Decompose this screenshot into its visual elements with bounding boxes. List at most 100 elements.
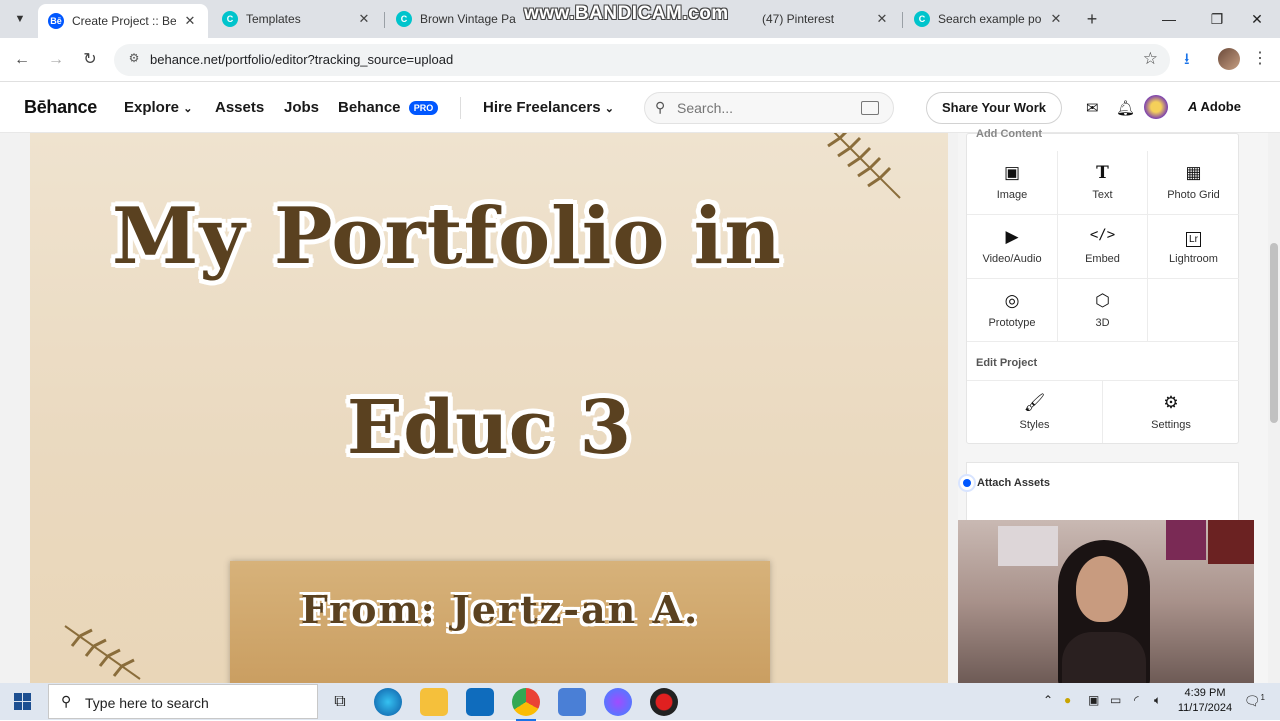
nav-hire-freelancers[interactable]: Hire Freelancers ⌄	[483, 99, 614, 116]
add-image-button[interactable]: ▣ Image	[967, 151, 1058, 215]
add-lightroom-label: Lightroom	[1169, 253, 1218, 265]
chevron-down-icon: ⌄	[604, 103, 614, 115]
profile-avatar[interactable]	[1218, 48, 1240, 70]
close-icon[interactable]: ✕	[356, 11, 372, 27]
add-photo-grid-label: Photo Grid	[1167, 189, 1220, 201]
tab-search-example[interactable]: C Search example portfolio ✕	[904, 4, 1074, 34]
share-your-work-button[interactable]: Share Your Work	[926, 92, 1062, 124]
nav-assets[interactable]: Assets	[215, 99, 264, 116]
messenger-icon[interactable]	[604, 688, 632, 716]
webcam-overlay	[958, 520, 1254, 684]
behance-logo[interactable]: Bēhance	[24, 97, 97, 118]
add-3d-label: 3D	[1095, 317, 1110, 329]
chevron-up-icon[interactable]: ⌃	[1043, 693, 1053, 707]
add-embed-button[interactable]: </> Embed	[1058, 215, 1148, 279]
behance-search-box[interactable]: ⚲	[644, 92, 894, 124]
settings-button[interactable]: ⚙ Settings	[1103, 380, 1239, 443]
radio-dot-icon[interactable]	[958, 474, 976, 492]
notification-center-icon[interactable]: 🗨︎1	[1244, 693, 1265, 709]
notification-count: 1	[1260, 693, 1265, 702]
address-bar[interactable]: ⚙ behance.net/portfolio/editor?tracking_…	[114, 44, 1170, 76]
file-explorer-icon[interactable]	[420, 688, 448, 716]
add-video-audio-button[interactable]: ▶︎ Video/Audio	[967, 215, 1058, 279]
code-icon: </>	[1089, 227, 1116, 243]
portfolio-title[interactable]: My Portfolio in	[30, 191, 906, 282]
close-icon[interactable]: ✕	[1048, 11, 1064, 27]
taskbar-search[interactable]: ⚲ Type here to search	[48, 684, 318, 719]
volume-icon[interactable]: 🔈︎	[1154, 693, 1161, 708]
empty-cell	[1148, 279, 1239, 342]
nav-explore[interactable]: Explore ⌄	[124, 99, 192, 116]
nav-behance-pro[interactable]: Behance PRO	[338, 99, 439, 116]
new-tab-button[interactable]: +	[1082, 9, 1102, 29]
wifi-icon[interactable]: ◜	[1134, 693, 1139, 707]
add-text-button[interactable]: T Text	[1058, 151, 1148, 215]
bookmark-star-icon[interactable]: ☆	[1143, 49, 1158, 69]
tab-strip: ▼ Bē Create Project :: Behance ✕ C Templ…	[0, 0, 1280, 38]
clock-date: 11/17/2024	[1177, 702, 1233, 714]
reload-icon[interactable]: ↻	[78, 48, 102, 72]
site-info-icon[interactable]: ⚙	[126, 51, 142, 67]
nav-jobs[interactable]: Jobs	[284, 99, 319, 116]
nav-explore-label: Explore	[124, 99, 180, 116]
tab-pinterest[interactable]: (47) Pinterest ✕	[730, 4, 900, 34]
chrome-icon[interactable]	[512, 688, 540, 721]
store-icon[interactable]	[558, 688, 586, 716]
tab-templates[interactable]: C Templates ✕	[212, 4, 382, 34]
tray-app-icon[interactable]: ▣	[1088, 693, 1099, 707]
bandicam-watermark: www.BANDICAM.com	[524, 3, 729, 24]
author-line[interactable]: From: Jertz-an A.	[230, 587, 770, 632]
adobe-link[interactable]: A Adobe	[1188, 99, 1241, 114]
tray-app-icon[interactable]: ●	[1064, 693, 1071, 707]
image-search-icon[interactable]	[861, 101, 879, 115]
styles-button[interactable]: 🖌︎ Styles	[967, 380, 1103, 443]
close-window-button[interactable]: ✕	[1234, 6, 1280, 32]
add-video-audio-label: Video/Audio	[982, 253, 1042, 265]
download-icon[interactable]: ⭳	[1184, 48, 1190, 75]
user-avatar[interactable]	[1144, 95, 1168, 119]
canva-favicon-icon: C	[396, 11, 412, 27]
scrollbar-thumb[interactable]	[1270, 243, 1278, 423]
torn-paper-panel[interactable]: From: Jertz-an A.	[230, 561, 770, 683]
tab-brown-vintage-paper[interactable]: C Brown Vintage Paper	[386, 4, 526, 34]
windows-start-icon[interactable]	[14, 693, 32, 711]
add-prototype-button[interactable]: ◎ Prototype	[967, 279, 1058, 342]
portfolio-subtitle[interactable]: Educ 3	[30, 385, 948, 471]
behance-favicon-icon: Bē	[48, 13, 64, 29]
close-icon[interactable]: ✕	[874, 11, 890, 27]
close-icon[interactable]: ✕	[182, 13, 198, 29]
clock-time: 4:39 PM	[1184, 687, 1226, 699]
mail-icon[interactable]: ✉	[1086, 99, 1099, 117]
wall-poster	[1208, 520, 1254, 564]
back-arrow-icon[interactable]: ←	[10, 48, 34, 72]
forward-arrow-icon[interactable]: →	[44, 48, 68, 72]
edge-icon[interactable]	[374, 688, 402, 716]
battery-icon[interactable]: ▭	[1110, 693, 1121, 707]
add-lightroom-button[interactable]: Lr Lightroom	[1148, 215, 1239, 279]
add-embed-label: Embed	[1085, 253, 1120, 265]
search-icon: ⚲	[655, 99, 666, 115]
wall-poster	[1166, 520, 1206, 560]
search-input[interactable]	[677, 93, 857, 123]
nav-divider	[460, 97, 461, 119]
tab-behance[interactable]: Bē Create Project :: Behance ✕	[38, 4, 208, 38]
tab-search-chevron-icon[interactable]: ▼	[10, 9, 30, 29]
taskbar-search-placeholder: Type here to search	[85, 695, 209, 711]
add-photo-grid-button[interactable]: ▦ Photo Grid	[1148, 151, 1239, 215]
text-icon: T	[1096, 163, 1109, 183]
system-clock[interactable]: 4:39 PM 11/17/2024	[1174, 686, 1236, 716]
project-page[interactable]: My Portfolio in Educ 3 From: Jertz-an A.	[30, 133, 948, 683]
url-text[interactable]: behance.net/portfolio/editor?tracking_so…	[150, 52, 453, 67]
adobe-logo-icon: A	[1188, 99, 1198, 114]
bandicam-record-icon[interactable]	[650, 688, 678, 716]
tab-title: Search example portfolio	[938, 12, 1042, 26]
task-view-icon[interactable]: ⧉	[326, 688, 354, 716]
outlook-icon[interactable]	[466, 688, 494, 716]
add-3d-button[interactable]: ⬡ 3D	[1058, 279, 1148, 342]
kebab-menu-icon[interactable]: ⋮	[1252, 48, 1268, 68]
panel-scrollbar[interactable]	[1268, 133, 1280, 683]
settings-label: Settings	[1151, 419, 1191, 431]
bell-icon[interactable]: 🔔︎	[1116, 99, 1135, 117]
minimize-button[interactable]: —	[1146, 6, 1192, 32]
attach-assets-label[interactable]: Attach Assets	[977, 477, 1050, 489]
